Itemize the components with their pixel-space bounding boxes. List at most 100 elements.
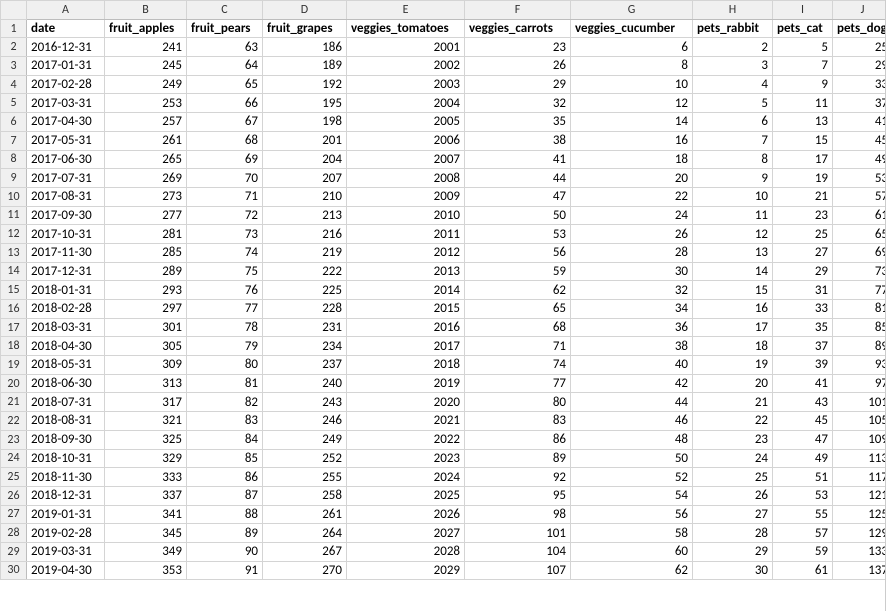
col-head-F[interactable]: F <box>465 1 571 20</box>
value-cell[interactable]: 49 <box>833 150 886 169</box>
col-head-I[interactable]: I <box>773 1 833 20</box>
value-cell[interactable]: 216 <box>263 225 347 244</box>
row-head[interactable]: 22 <box>1 412 27 431</box>
value-cell[interactable]: 231 <box>263 318 347 337</box>
value-cell[interactable]: 2001 <box>347 38 465 57</box>
value-cell[interactable]: 201 <box>263 131 347 150</box>
value-cell[interactable]: 253 <box>105 94 187 113</box>
value-cell[interactable]: 117 <box>833 468 886 487</box>
date-cell[interactable]: 2018-07-31 <box>27 393 105 412</box>
value-cell[interactable]: 53 <box>773 486 833 505</box>
date-cell[interactable]: 2019-01-31 <box>27 505 105 524</box>
value-cell[interactable]: 43 <box>773 393 833 412</box>
value-cell[interactable]: 2023 <box>347 449 465 468</box>
value-cell[interactable]: 22 <box>693 412 773 431</box>
value-cell[interactable]: 80 <box>465 393 571 412</box>
row-head[interactable]: 7 <box>1 131 27 150</box>
value-cell[interactable]: 33 <box>773 300 833 319</box>
date-cell[interactable]: 2017-02-28 <box>27 75 105 94</box>
value-cell[interactable]: 42 <box>571 374 693 393</box>
col-head-G[interactable]: G <box>571 1 693 20</box>
value-cell[interactable]: 237 <box>263 356 347 375</box>
value-cell[interactable]: 246 <box>263 412 347 431</box>
value-cell[interactable]: 65 <box>187 75 263 94</box>
value-cell[interactable]: 57 <box>773 524 833 543</box>
value-cell[interactable]: 17 <box>773 150 833 169</box>
value-cell[interactable]: 101 <box>833 393 886 412</box>
value-cell[interactable]: 30 <box>693 561 773 580</box>
value-cell[interactable]: 26 <box>465 57 571 76</box>
row-head[interactable]: 24 <box>1 449 27 468</box>
value-cell[interactable]: 14 <box>571 113 693 132</box>
value-cell[interactable]: 249 <box>263 430 347 449</box>
value-cell[interactable]: 90 <box>187 542 263 561</box>
col-head-C[interactable]: C <box>187 1 263 20</box>
value-cell[interactable]: 267 <box>263 542 347 561</box>
value-cell[interactable]: 50 <box>571 449 693 468</box>
value-cell[interactable]: 5 <box>773 38 833 57</box>
value-cell[interactable]: 207 <box>263 169 347 188</box>
value-cell[interactable]: 21 <box>693 393 773 412</box>
value-cell[interactable]: 210 <box>263 187 347 206</box>
value-cell[interactable]: 240 <box>263 374 347 393</box>
date-cell[interactable]: 2018-09-30 <box>27 430 105 449</box>
value-cell[interactable]: 31 <box>773 281 833 300</box>
value-cell[interactable]: 41 <box>465 150 571 169</box>
value-cell[interactable]: 68 <box>465 318 571 337</box>
value-cell[interactable]: 2010 <box>347 206 465 225</box>
row-head[interactable]: 20 <box>1 374 27 393</box>
value-cell[interactable]: 48 <box>571 430 693 449</box>
value-cell[interactable]: 65 <box>833 225 886 244</box>
value-cell[interactable]: 45 <box>833 131 886 150</box>
header-cell[interactable]: veggies_tomatoes <box>347 19 465 38</box>
value-cell[interactable]: 72 <box>187 206 263 225</box>
value-cell[interactable]: 56 <box>571 505 693 524</box>
value-cell[interactable]: 71 <box>187 187 263 206</box>
header-cell[interactable]: fruit_pears <box>187 19 263 38</box>
header-cell[interactable]: pets_dog <box>833 19 886 38</box>
value-cell[interactable]: 2028 <box>347 542 465 561</box>
value-cell[interactable]: 75 <box>187 262 263 281</box>
value-cell[interactable]: 2002 <box>347 57 465 76</box>
value-cell[interactable]: 2016 <box>347 318 465 337</box>
value-cell[interactable]: 84 <box>187 430 263 449</box>
value-cell[interactable]: 98 <box>465 505 571 524</box>
value-cell[interactable]: 6 <box>571 38 693 57</box>
value-cell[interactable]: 2021 <box>347 412 465 431</box>
value-cell[interactable]: 49 <box>773 449 833 468</box>
value-cell[interactable]: 18 <box>571 150 693 169</box>
value-cell[interactable]: 41 <box>773 374 833 393</box>
value-cell[interactable]: 29 <box>693 542 773 561</box>
value-cell[interactable]: 76 <box>187 281 263 300</box>
value-cell[interactable]: 93 <box>833 356 886 375</box>
value-cell[interactable]: 27 <box>693 505 773 524</box>
value-cell[interactable]: 189 <box>263 57 347 76</box>
value-cell[interactable]: 257 <box>105 113 187 132</box>
value-cell[interactable]: 2029 <box>347 561 465 580</box>
header-cell[interactable]: pets_rabbit <box>693 19 773 38</box>
value-cell[interactable]: 129 <box>833 524 886 543</box>
value-cell[interactable]: 29 <box>773 262 833 281</box>
value-cell[interactable]: 309 <box>105 356 187 375</box>
value-cell[interactable]: 2008 <box>347 169 465 188</box>
date-cell[interactable]: 2019-04-30 <box>27 561 105 580</box>
value-cell[interactable]: 82 <box>187 393 263 412</box>
value-cell[interactable]: 6 <box>693 113 773 132</box>
value-cell[interactable]: 113 <box>833 449 886 468</box>
value-cell[interactable]: 85 <box>187 449 263 468</box>
row-head[interactable]: 21 <box>1 393 27 412</box>
value-cell[interactable]: 337 <box>105 486 187 505</box>
value-cell[interactable]: 30 <box>571 262 693 281</box>
value-cell[interactable]: 293 <box>105 281 187 300</box>
value-cell[interactable]: 7 <box>773 57 833 76</box>
value-cell[interactable]: 77 <box>833 281 886 300</box>
value-cell[interactable]: 325 <box>105 430 187 449</box>
value-cell[interactable]: 222 <box>263 262 347 281</box>
value-cell[interactable]: 198 <box>263 113 347 132</box>
value-cell[interactable]: 349 <box>105 542 187 561</box>
value-cell[interactable]: 22 <box>571 187 693 206</box>
value-cell[interactable]: 15 <box>773 131 833 150</box>
value-cell[interactable]: 2019 <box>347 374 465 393</box>
value-cell[interactable]: 53 <box>833 169 886 188</box>
date-cell[interactable]: 2017-08-31 <box>27 187 105 206</box>
